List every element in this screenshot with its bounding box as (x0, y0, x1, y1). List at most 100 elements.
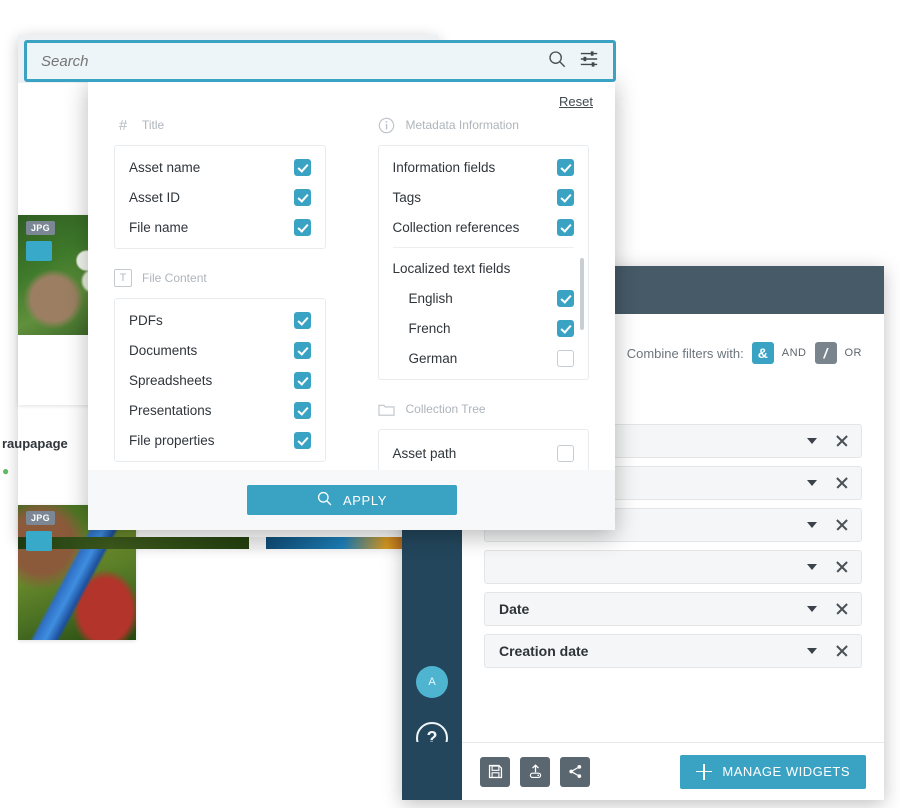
checkbox[interactable] (293, 158, 311, 176)
search-input[interactable] (27, 51, 547, 71)
option-group-metadata: Information fields Tags Collection refer… (377, 145, 589, 380)
option-label: Documents (129, 342, 198, 358)
option-label: Collection references (392, 219, 520, 235)
chevron-down-icon[interactable] (807, 480, 817, 486)
chevron-down-icon[interactable] (807, 564, 817, 570)
section-title: Title (142, 118, 165, 132)
share-icon[interactable] (560, 756, 590, 787)
sliders-icon[interactable] (579, 49, 599, 74)
checkbox[interactable] (557, 444, 574, 462)
checkbox[interactable] (293, 341, 311, 359)
folder-icon (378, 400, 396, 418)
checkbox[interactable] (557, 218, 574, 236)
option-pdfs[interactable]: PDFs (129, 305, 311, 335)
help-icon[interactable]: ? (416, 722, 448, 742)
option-file-properties[interactable]: File properties (129, 425, 311, 455)
checkbox[interactable] (557, 289, 574, 307)
filter-row-date[interactable]: Date (484, 592, 862, 626)
checkbox[interactable] (293, 401, 311, 419)
option-group-file-content: PDFs Documents Spreadsheets Presentation… (114, 298, 326, 462)
info-icon (378, 116, 396, 134)
checkbox[interactable] (557, 158, 574, 176)
asset-select-checkbox[interactable] (26, 531, 52, 551)
checkbox[interactable] (293, 218, 311, 236)
close-icon[interactable] (833, 642, 851, 660)
chevron-down-icon[interactable] (807, 606, 817, 612)
search-filter-popup: Reset # Title Asset name Asset ID File n… (88, 78, 615, 530)
localized-text-fields-label: Localized text fields (392, 260, 511, 276)
option-label: Asset ID (129, 189, 181, 205)
operator-or-label: OR (844, 347, 862, 359)
chevron-down-icon[interactable] (807, 438, 817, 444)
checkbox[interactable] (293, 188, 311, 206)
option-file-name[interactable]: File name (129, 212, 311, 242)
option-asset-path[interactable]: Asset path (393, 436, 574, 470)
option-spreadsheets[interactable]: Spreadsheets (129, 365, 311, 395)
checkbox[interactable] (557, 349, 574, 367)
checkbox[interactable] (293, 431, 311, 449)
section-header-file-content: T File Content (114, 269, 326, 287)
option-french[interactable]: French (393, 313, 574, 343)
combine-filters-control: Combine filters with: & AND / OR (627, 342, 862, 364)
apply-button[interactable]: APPLY (246, 485, 457, 515)
plus-icon (696, 763, 713, 780)
divider (392, 247, 574, 248)
close-icon[interactable] (833, 600, 851, 618)
filter-popup-footer: APPLY (88, 470, 615, 530)
checkbox[interactable] (293, 371, 311, 389)
option-english[interactable]: English (393, 283, 574, 313)
export-icon[interactable] (520, 756, 550, 787)
avatar[interactable]: A (416, 666, 448, 698)
chevron-down-icon[interactable] (807, 522, 817, 528)
checkbox[interactable] (293, 311, 311, 329)
option-collection-references[interactable]: Collection references (392, 212, 574, 242)
checkbox[interactable] (557, 319, 574, 337)
close-icon[interactable] (833, 474, 851, 492)
option-german[interactable]: German (393, 343, 574, 373)
option-label: English (408, 290, 453, 306)
filter-column-left: # Title Asset name Asset ID File name T … (88, 116, 352, 470)
filter-row-label: Creation date (499, 643, 589, 659)
option-documents[interactable]: Documents (129, 335, 311, 365)
text-icon: T (114, 269, 132, 287)
checkbox[interactable] (557, 188, 574, 206)
option-asset-name[interactable]: Asset name (129, 152, 311, 182)
manage-widgets-label: MANAGE WIDGETS (722, 764, 850, 779)
close-icon[interactable] (833, 558, 851, 576)
section-title: File Content (142, 271, 207, 285)
search-icon[interactable] (547, 49, 567, 74)
footer-icon-group (480, 756, 590, 787)
option-label: Spreadsheets (129, 372, 213, 388)
filter-row-label: Date (499, 601, 530, 617)
filter-row-creation-date[interactable]: Creation date (484, 634, 862, 668)
option-tags[interactable]: Tags (393, 182, 574, 212)
filter-columns: # Title Asset name Asset ID File name T … (88, 116, 615, 477)
search-bar[interactable] (24, 40, 616, 82)
reset-link[interactable]: Reset (559, 94, 593, 109)
metadata-scrollbar[interactable] (580, 258, 584, 330)
option-label: French (408, 320, 451, 336)
option-label: Information fields (392, 159, 496, 175)
section-header-title: # Title (114, 116, 326, 134)
operator-and-button[interactable]: & (751, 342, 774, 364)
save-icon[interactable] (480, 756, 510, 787)
operator-or-button[interactable]: / (814, 342, 837, 364)
option-presentations[interactable]: Presentations (129, 395, 311, 425)
option-asset-id[interactable]: Asset ID (129, 182, 311, 212)
section-header-collection-tree: Collection Tree (378, 400, 590, 418)
option-label: Asset name (129, 159, 201, 175)
close-icon[interactable] (833, 432, 851, 450)
asset-status: ● (2, 464, 10, 478)
asset-type-badge: JPG (26, 511, 55, 525)
search-icon (316, 490, 333, 510)
asset-select-checkbox[interactable] (26, 241, 52, 261)
option-label: File name (129, 219, 189, 235)
option-information-fields[interactable]: Information fields (392, 152, 574, 182)
search-bar-icons (547, 49, 613, 74)
filter-row[interactable] (484, 550, 862, 584)
option-label: File properties (129, 432, 215, 448)
chevron-down-icon[interactable] (807, 648, 817, 654)
option-label: German (408, 350, 458, 366)
close-icon[interactable] (833, 516, 851, 534)
manage-widgets-button[interactable]: MANAGE WIDGETS (680, 754, 866, 789)
